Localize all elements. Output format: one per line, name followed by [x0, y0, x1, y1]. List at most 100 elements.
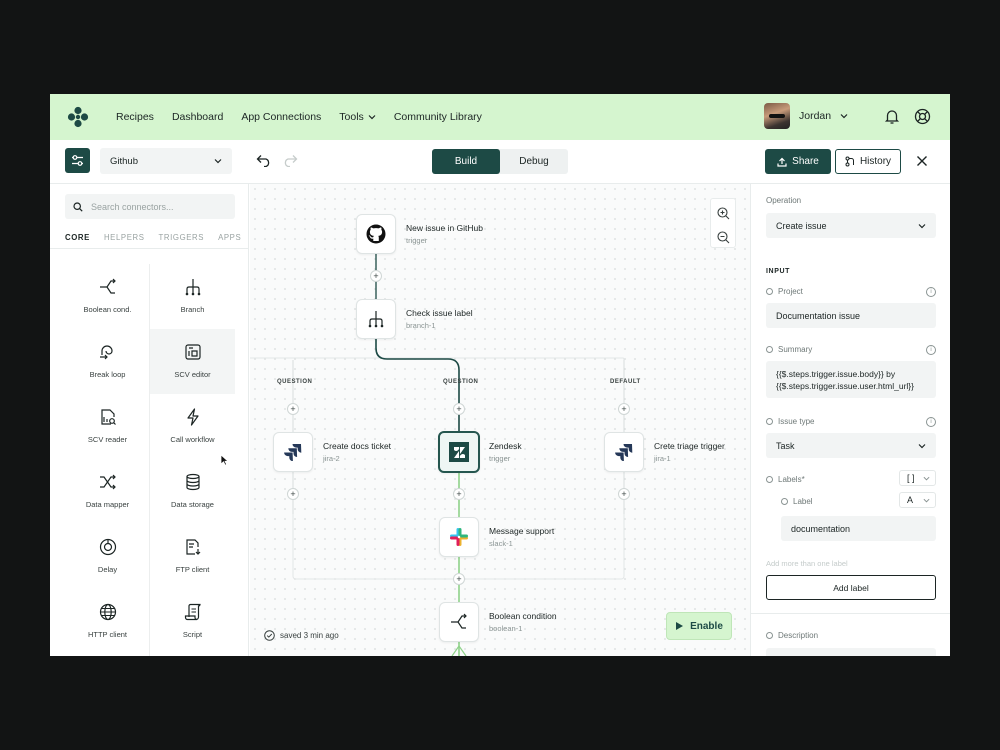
operation-select[interactable]: Create issue [766, 213, 936, 238]
description-field[interactable] [766, 648, 936, 656]
connector-select[interactable]: Github [100, 148, 232, 174]
connector-scv-editor[interactable]: SCV editor [150, 329, 235, 394]
bell-icon[interactable] [884, 108, 900, 125]
add-step-button[interactable]: + [618, 403, 630, 415]
script-icon [184, 603, 201, 621]
history-button[interactable]: History [835, 149, 901, 174]
info-icon[interactable]: i [926, 417, 936, 427]
globe-icon [99, 603, 116, 621]
connector-label: HTTP client [87, 630, 128, 639]
add-step-button[interactable]: + [453, 573, 465, 585]
radio-dot[interactable] [766, 418, 773, 425]
connector-script[interactable]: Script [150, 589, 235, 654]
nav-app-connections[interactable]: App Connections [241, 111, 321, 123]
node-zendesk[interactable] [438, 431, 480, 473]
close-icon[interactable] [916, 155, 928, 167]
label-field[interactable]: documentation [781, 516, 936, 541]
enable-button[interactable]: Enable [666, 612, 732, 640]
summary-field[interactable]: {{$.steps.trigger.issue.body}} by {{$.st… [766, 361, 936, 398]
nav-links: Recipes Dashboard App Connections Tools … [116, 94, 482, 140]
nav-dashboard[interactable]: Dashboard [172, 111, 223, 123]
tab-helpers[interactable]: HELPERS [104, 233, 145, 249]
info-icon[interactable]: i [926, 345, 936, 355]
connector-http-client[interactable]: HTTP client [65, 589, 150, 654]
node-boolean-condition[interactable] [439, 602, 479, 642]
add-step-button[interactable]: + [370, 270, 382, 282]
history-label: History [859, 156, 892, 167]
branch-label: QUESTION [277, 379, 313, 385]
connector-boolean-cond[interactable]: Boolean cond. [65, 264, 150, 329]
project-field[interactable]: Documentation issue [766, 303, 936, 328]
connector-ftp-client[interactable]: FTP client [150, 524, 235, 589]
add-label-button[interactable]: Add label [766, 575, 936, 600]
node-crete-triage-trigger[interactable] [604, 432, 644, 472]
zoom-out-icon[interactable] [717, 231, 730, 244]
share-button[interactable]: Share [765, 149, 831, 174]
connector-break-loop[interactable]: Break loop [65, 329, 150, 394]
nav-tools[interactable]: Tools [339, 111, 376, 123]
connector-data-storage[interactable]: Data storage [150, 459, 235, 524]
user-menu[interactable]: Jordan [764, 103, 848, 129]
tab-build[interactable]: Build [432, 149, 500, 174]
connector-scv-reader[interactable]: SCV reader [65, 394, 150, 459]
add-step-button[interactable]: + [287, 403, 299, 415]
redo-icon[interactable] [282, 154, 298, 167]
lifebuoy-icon[interactable] [914, 108, 931, 125]
tab-core[interactable]: CORE [65, 233, 90, 249]
avatar [764, 103, 790, 129]
nav-recipes[interactable]: Recipes [116, 111, 154, 123]
connector-data-mapper[interactable]: Data mapper [65, 459, 150, 524]
branch-label: DEFAULT [610, 379, 641, 385]
search-input[interactable] [91, 201, 221, 212]
node-subtitle: trigger [489, 454, 511, 463]
connector-branch[interactable]: Branch [150, 264, 235, 329]
connector-delay[interactable]: Delay [65, 524, 150, 589]
connector-label: FTP client [175, 565, 210, 574]
connector-search [65, 194, 235, 219]
issue-type-select[interactable]: Task [766, 433, 936, 458]
filter-button[interactable] [65, 148, 90, 173]
zoom-in-icon[interactable] [717, 207, 730, 220]
undo-icon[interactable] [256, 154, 272, 167]
node-message-support[interactable] [439, 517, 479, 557]
file-download-icon [185, 539, 200, 555]
share-label: Share [792, 156, 819, 167]
radio-dot[interactable] [766, 346, 773, 353]
branch-icon [185, 279, 200, 296]
break-loop-icon [99, 345, 113, 360]
enable-label: Enable [690, 620, 723, 632]
connector-label: SCV editor [174, 370, 211, 379]
add-step-button[interactable]: + [618, 488, 630, 500]
node-create-docs-ticket[interactable] [273, 432, 313, 472]
labels-type-select[interactable]: [ ] [899, 470, 936, 486]
node-check-issue-label[interactable] [356, 299, 396, 339]
logo-icon[interactable] [67, 106, 89, 128]
node-github-trigger[interactable] [356, 214, 396, 254]
info-icon[interactable]: i [926, 287, 936, 297]
chevron-down-icon [923, 476, 930, 481]
radio-dot[interactable] [766, 632, 773, 639]
tab-debug[interactable]: Debug [500, 149, 568, 174]
nav-community-library[interactable]: Community Library [394, 111, 482, 123]
add-step-button[interactable]: + [453, 403, 465, 415]
add-step-button[interactable]: + [287, 488, 299, 500]
radio-dot[interactable] [766, 288, 773, 295]
radio-dot[interactable] [781, 498, 788, 505]
workflow-edges [250, 254, 625, 656]
label-type-select[interactable]: A [899, 492, 936, 508]
labels-label-row: Labels* [766, 475, 805, 484]
summary-line: {{$.steps.trigger.issue.user.html_url}} [776, 380, 914, 391]
summary-label-row: Summary [766, 345, 812, 354]
connector-call-workflow[interactable]: Call workflow [150, 394, 235, 459]
radio-dot[interactable] [766, 476, 773, 483]
lightning-icon [186, 408, 199, 426]
node-title: Check issue label [406, 308, 473, 318]
add-step-button[interactable]: + [453, 488, 465, 500]
node-subtitle: jira-2 [323, 454, 340, 463]
chevron-down-icon [918, 443, 926, 448]
tab-triggers[interactable]: TRIGGERS [159, 233, 205, 249]
github-icon [366, 224, 386, 244]
workflow-canvas[interactable]: New issue in GitHub trigger + Check issu… [250, 184, 750, 656]
connector-label: SCV reader [87, 435, 128, 444]
tab-apps[interactable]: APPS [218, 233, 241, 249]
